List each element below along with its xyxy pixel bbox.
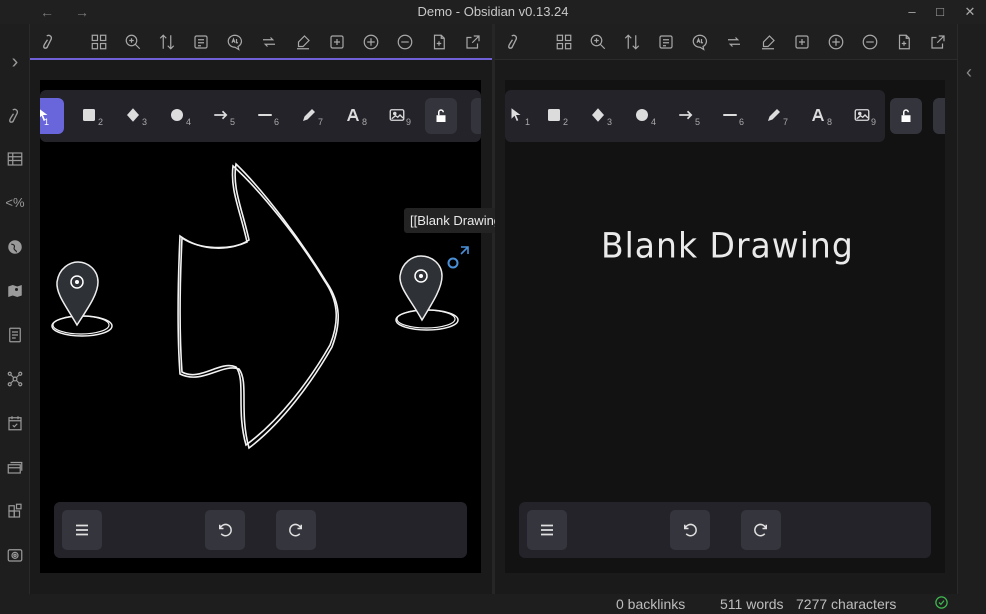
open-external-icon[interactable] [927,31,949,53]
zoom-in-icon[interactable] [122,31,144,53]
sort-icon[interactable] [156,31,178,53]
grid-icon[interactable] [88,31,110,53]
sort-icon[interactable] [621,31,643,53]
right-pane: 1 2 3 4 5 6 7 8 9 Blank Drawing [495,24,957,594]
word-count: 511 words [720,596,784,612]
title-bar: ← → Demo - Obsidian v0.13.24 – □ ✕ [0,0,986,24]
selection-tool[interactable]: 1 [505,98,537,134]
camera-icon[interactable] [5,545,25,565]
new-file-icon[interactable] [428,31,450,53]
more-tools-button[interactable] [933,98,945,134]
character-count: 7277 characters [796,596,897,612]
maximize-button[interactable]: □ [926,2,954,22]
table-icon[interactable] [5,149,25,169]
lock-tool[interactable] [890,98,922,134]
expand-icon[interactable]: › [5,52,25,72]
map-pin-left [51,261,113,337]
drawing-canvas[interactable]: 1 2 3 4 5 [505,80,945,573]
undo-button[interactable] [670,510,710,550]
grid-icon[interactable] [553,31,575,53]
diamond-tool[interactable]: 3 [585,98,619,134]
plus-circle-icon[interactable] [825,31,847,53]
ellipse-tool[interactable]: 4 [629,98,663,134]
excalidraw-icon[interactable] [38,31,60,53]
drawing-text: Blank Drawing [601,225,854,266]
view-header [495,24,957,60]
status-bar: 0 backlinks 511 words 7277 characters [0,594,986,614]
templater-icon[interactable]: <% [5,193,25,213]
drawing-content [51,162,469,450]
sync-icon[interactable] [723,31,745,53]
speech-icon[interactable] [224,31,246,53]
cards-icon[interactable] [5,457,25,477]
excalidraw-icon[interactable] [503,31,525,53]
link-handle[interactable] [447,246,469,269]
note-edit-icon[interactable] [190,31,212,53]
redo-button[interactable] [741,510,781,550]
undo-button[interactable] [205,510,245,550]
plugins-icon[interactable] [5,501,25,521]
line-tool[interactable]: 6 [717,98,751,134]
minus-circle-icon[interactable] [859,31,881,53]
backlinks-count[interactable]: 0 backlinks [616,596,685,612]
arrow-tool[interactable]: 5 [673,98,707,134]
sync-status-icon[interactable] [934,595,949,613]
minimize-button[interactable]: – [898,2,926,22]
globe-icon[interactable] [5,237,25,257]
menu-button[interactable] [527,510,567,550]
drawing-canvas[interactable]: 1 2 3 4 5 [40,80,515,573]
note-icon[interactable] [5,325,25,345]
menu-button[interactable] [62,510,102,550]
zoom-in-icon[interactable] [587,31,609,53]
rectangle-tool[interactable]: 2 [541,98,575,134]
highlighter-icon[interactable] [292,31,314,53]
new-file-icon[interactable] [893,31,915,53]
map-pin-right [395,255,459,331]
add-box-icon[interactable] [326,31,348,53]
close-button[interactable]: ✕ [956,2,984,22]
shape-toolbar: 1 2 3 4 5 6 7 8 9 [505,90,885,142]
footer-toolbar [54,502,467,558]
image-tool[interactable]: 9 [849,98,883,134]
text-tool[interactable]: 8 [805,98,839,134]
obsidian-window: ← → Demo - Obsidian v0.13.24 – □ ✕ › <% [0,0,986,614]
view-header [30,24,492,60]
arrow-shape [177,162,340,450]
graph-icon[interactable] [5,369,25,389]
open-external-icon[interactable] [462,31,484,53]
window-title: Demo - Obsidian v0.13.24 [417,4,569,19]
speech-icon[interactable] [689,31,711,53]
calendar-icon[interactable] [5,413,25,433]
note-edit-icon[interactable] [655,31,677,53]
highlighter-icon[interactable] [757,31,779,53]
excalidraw-icon[interactable] [5,106,25,126]
add-box-icon[interactable] [791,31,813,53]
left-ribbon: › <% [0,24,30,594]
collapse-right-icon[interactable]: ‹ [966,62,972,83]
sync-icon[interactable] [258,31,280,53]
draw-tool[interactable]: 7 [761,98,795,134]
map-icon[interactable] [5,281,25,301]
footer-toolbar [519,502,931,558]
right-sidebar-strip: ‹ [957,24,986,594]
plus-circle-icon[interactable] [360,31,382,53]
left-pane: 1 2 3 4 5 6 7 8 9 [[Blank Drawing]] [30,24,515,594]
minus-circle-icon[interactable] [394,31,416,53]
redo-button[interactable] [276,510,316,550]
